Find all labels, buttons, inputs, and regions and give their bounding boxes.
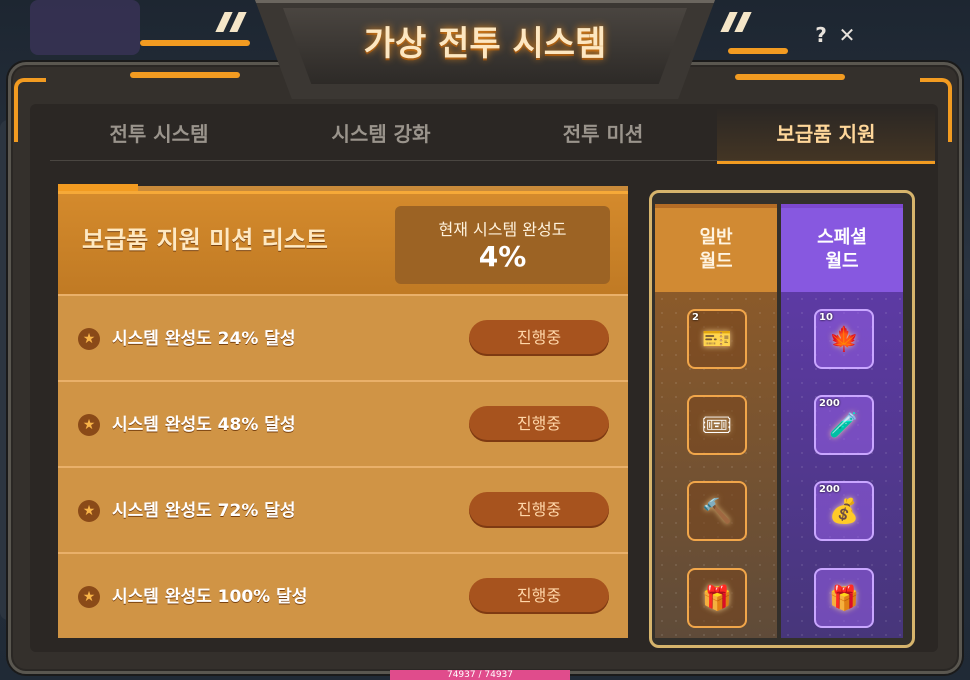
help-button[interactable]: ? — [810, 22, 832, 48]
tab-system-upgrade[interactable]: 시스템 강화 — [272, 108, 490, 160]
reward-count: 2 — [692, 312, 699, 323]
title-stripes-left — [215, 12, 247, 32]
star-icon: ★ — [78, 414, 100, 436]
reward-special-2[interactable]: 200 🧪 — [814, 395, 874, 455]
mission-row: ★ 시스템 완성도 48% 달성 진행중 — [58, 380, 628, 466]
special-world-label-2: 월드 — [825, 251, 859, 272]
window-title: 가상 전투 시스템 — [363, 24, 607, 64]
frame-corner-top-left — [14, 78, 46, 142]
normal-world-label-1: 일반 — [699, 227, 733, 248]
star-icon: ★ — [78, 328, 100, 350]
tab-supply-support[interactable]: 보급품 지원 — [717, 108, 935, 164]
mission-status-button[interactable]: 진행중 — [469, 320, 609, 356]
gift-box-icon: 🎁 — [702, 584, 732, 612]
reward-normal-4[interactable]: 🎁 — [687, 568, 747, 628]
coin-ticket-icon: 🎫 — [702, 325, 732, 353]
reward-count: 10 — [819, 312, 833, 323]
title-bar-right-top — [728, 48, 788, 54]
normal-world-label-2: 월드 — [699, 251, 733, 272]
completion-value: 4% — [478, 240, 527, 273]
reward-special-4[interactable]: 🎁 — [814, 568, 874, 628]
reward-special-3[interactable]: 200 💰 — [814, 481, 874, 541]
reward-normal-3[interactable]: 🔨 — [687, 481, 747, 541]
mission-label: 시스템 완성도 48% 달성 — [112, 415, 296, 435]
reward-count: 200 — [819, 398, 840, 409]
background-emblem — [30, 0, 140, 55]
mission-status-button[interactable]: 진행중 — [469, 406, 609, 442]
mission-label: 시스템 완성도 100% 달성 — [112, 587, 308, 607]
star-icon: ★ — [78, 586, 100, 608]
reward-special-1[interactable]: 10 🍁 — [814, 309, 874, 369]
title-bar-right-bottom — [735, 74, 845, 80]
tab-divider — [50, 160, 935, 161]
hp-bar: 74937 / 74937 — [390, 670, 570, 680]
mission-label: 시스템 완성도 72% 달성 — [112, 501, 296, 521]
title-stripes-right — [720, 12, 752, 32]
reward-normal-1[interactable]: 2 🎫 — [687, 309, 747, 369]
reward-normal-2[interactable]: 🎟 — [687, 395, 747, 455]
mission-row: ★ 시스템 완성도 100% 달성 진행중 — [58, 552, 628, 638]
title-bar-left-bottom — [130, 72, 240, 78]
reward-count: 200 — [819, 484, 840, 495]
title-bar-left-top — [140, 40, 250, 46]
mission-status-button[interactable]: 진행중 — [469, 492, 609, 528]
tab-battle-system[interactable]: 전투 시스템 — [50, 108, 268, 160]
maple-leaf-box-icon: 🍁 — [829, 325, 859, 353]
normal-world-header: 일반 월드 — [655, 208, 777, 292]
panel-topline — [58, 191, 628, 194]
mission-row: ★ 시스템 완성도 24% 달성 진행중 — [58, 294, 628, 380]
special-world-header: 스페셜 월드 — [781, 208, 903, 292]
close-button[interactable]: ✕ — [836, 22, 858, 48]
hammer-icon: 🔨 — [702, 497, 732, 525]
tab-battle-mission[interactable]: 전투 미션 — [494, 108, 712, 160]
mission-status-button[interactable]: 진행중 — [469, 578, 609, 614]
special-world-label-1: 스페셜 — [817, 227, 867, 248]
tab-bar: 전투 시스템 시스템 강화 전투 미션 보급품 지원 — [50, 108, 935, 164]
completion-label: 현재 시스템 완성도 — [438, 220, 567, 239]
ticket-card-icon: 🎟 — [701, 411, 733, 439]
mission-row: ★ 시스템 완성도 72% 달성 진행중 — [58, 466, 628, 552]
mission-label: 시스템 완성도 24% 달성 — [112, 329, 296, 349]
mission-list-title: 보급품 지원 미션 리스트 — [82, 226, 328, 254]
gift-box-icon: 🎁 — [829, 584, 859, 612]
meso-bag-icon: 💰 — [829, 497, 859, 525]
potion-icon: 🧪 — [829, 411, 859, 439]
star-icon: ★ — [78, 500, 100, 522]
